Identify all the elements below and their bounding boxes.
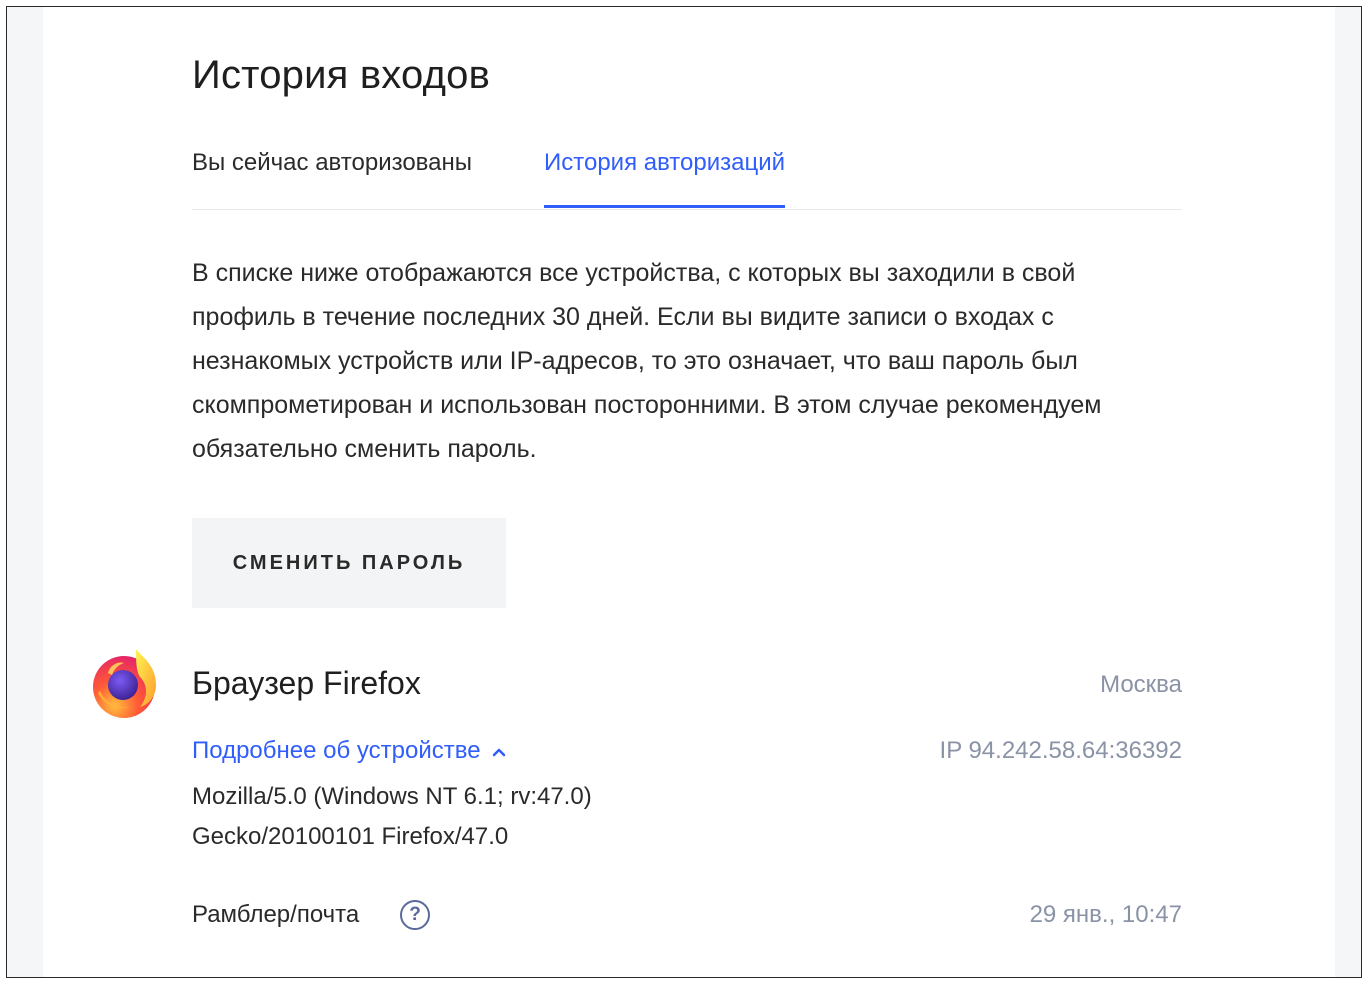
session-entry: Браузер Firefox Москва Подробнее об устр… — [93, 637, 1182, 967]
user-agent-line: Gecko/20100101 Firefox/47.0 — [192, 823, 509, 850]
session-time: 29 янв., 10:47 — [1029, 901, 1182, 928]
tab-authorization-history[interactable]: История авторизаций — [544, 149, 786, 208]
device-details-toggle[interactable]: Подробнее об устройстве — [192, 737, 507, 765]
session-city: Москва — [1100, 671, 1182, 698]
tab-current-sessions[interactable]: Вы сейчас авторизованы — [192, 149, 472, 208]
page-title: История входов — [192, 53, 491, 97]
firefox-icon — [93, 649, 156, 718]
history-description: В списке ниже отображаются все устройств… — [192, 259, 1102, 463]
device-details-link-label: Подробнее об устройстве — [192, 737, 481, 764]
user-agent-line: Mozilla/5.0 (Windows NT 6.1; rv:47.0) — [192, 783, 592, 810]
service-name: Рамблер/почта — [192, 901, 360, 928]
browser-viewport: История входов Вы сейчас авторизованы Ис… — [6, 6, 1362, 978]
page-container: История входов Вы сейчас авторизованы Ис… — [43, 7, 1335, 977]
change-password-button[interactable]: СМЕНИТЬ ПАРОЛЬ — [192, 518, 506, 608]
question-icon[interactable]: ? — [400, 900, 430, 930]
chevron-up-icon — [492, 748, 506, 756]
browser-name: Браузер Firefox — [192, 665, 421, 701]
login-history-section: История входов Вы сейчас авторизованы Ис… — [93, 7, 1182, 977]
session-ip: IP 94.242.58.64:36392 — [939, 737, 1182, 764]
tabs-bar: Вы сейчас авторизованы История авторизац… — [192, 133, 1182, 210]
